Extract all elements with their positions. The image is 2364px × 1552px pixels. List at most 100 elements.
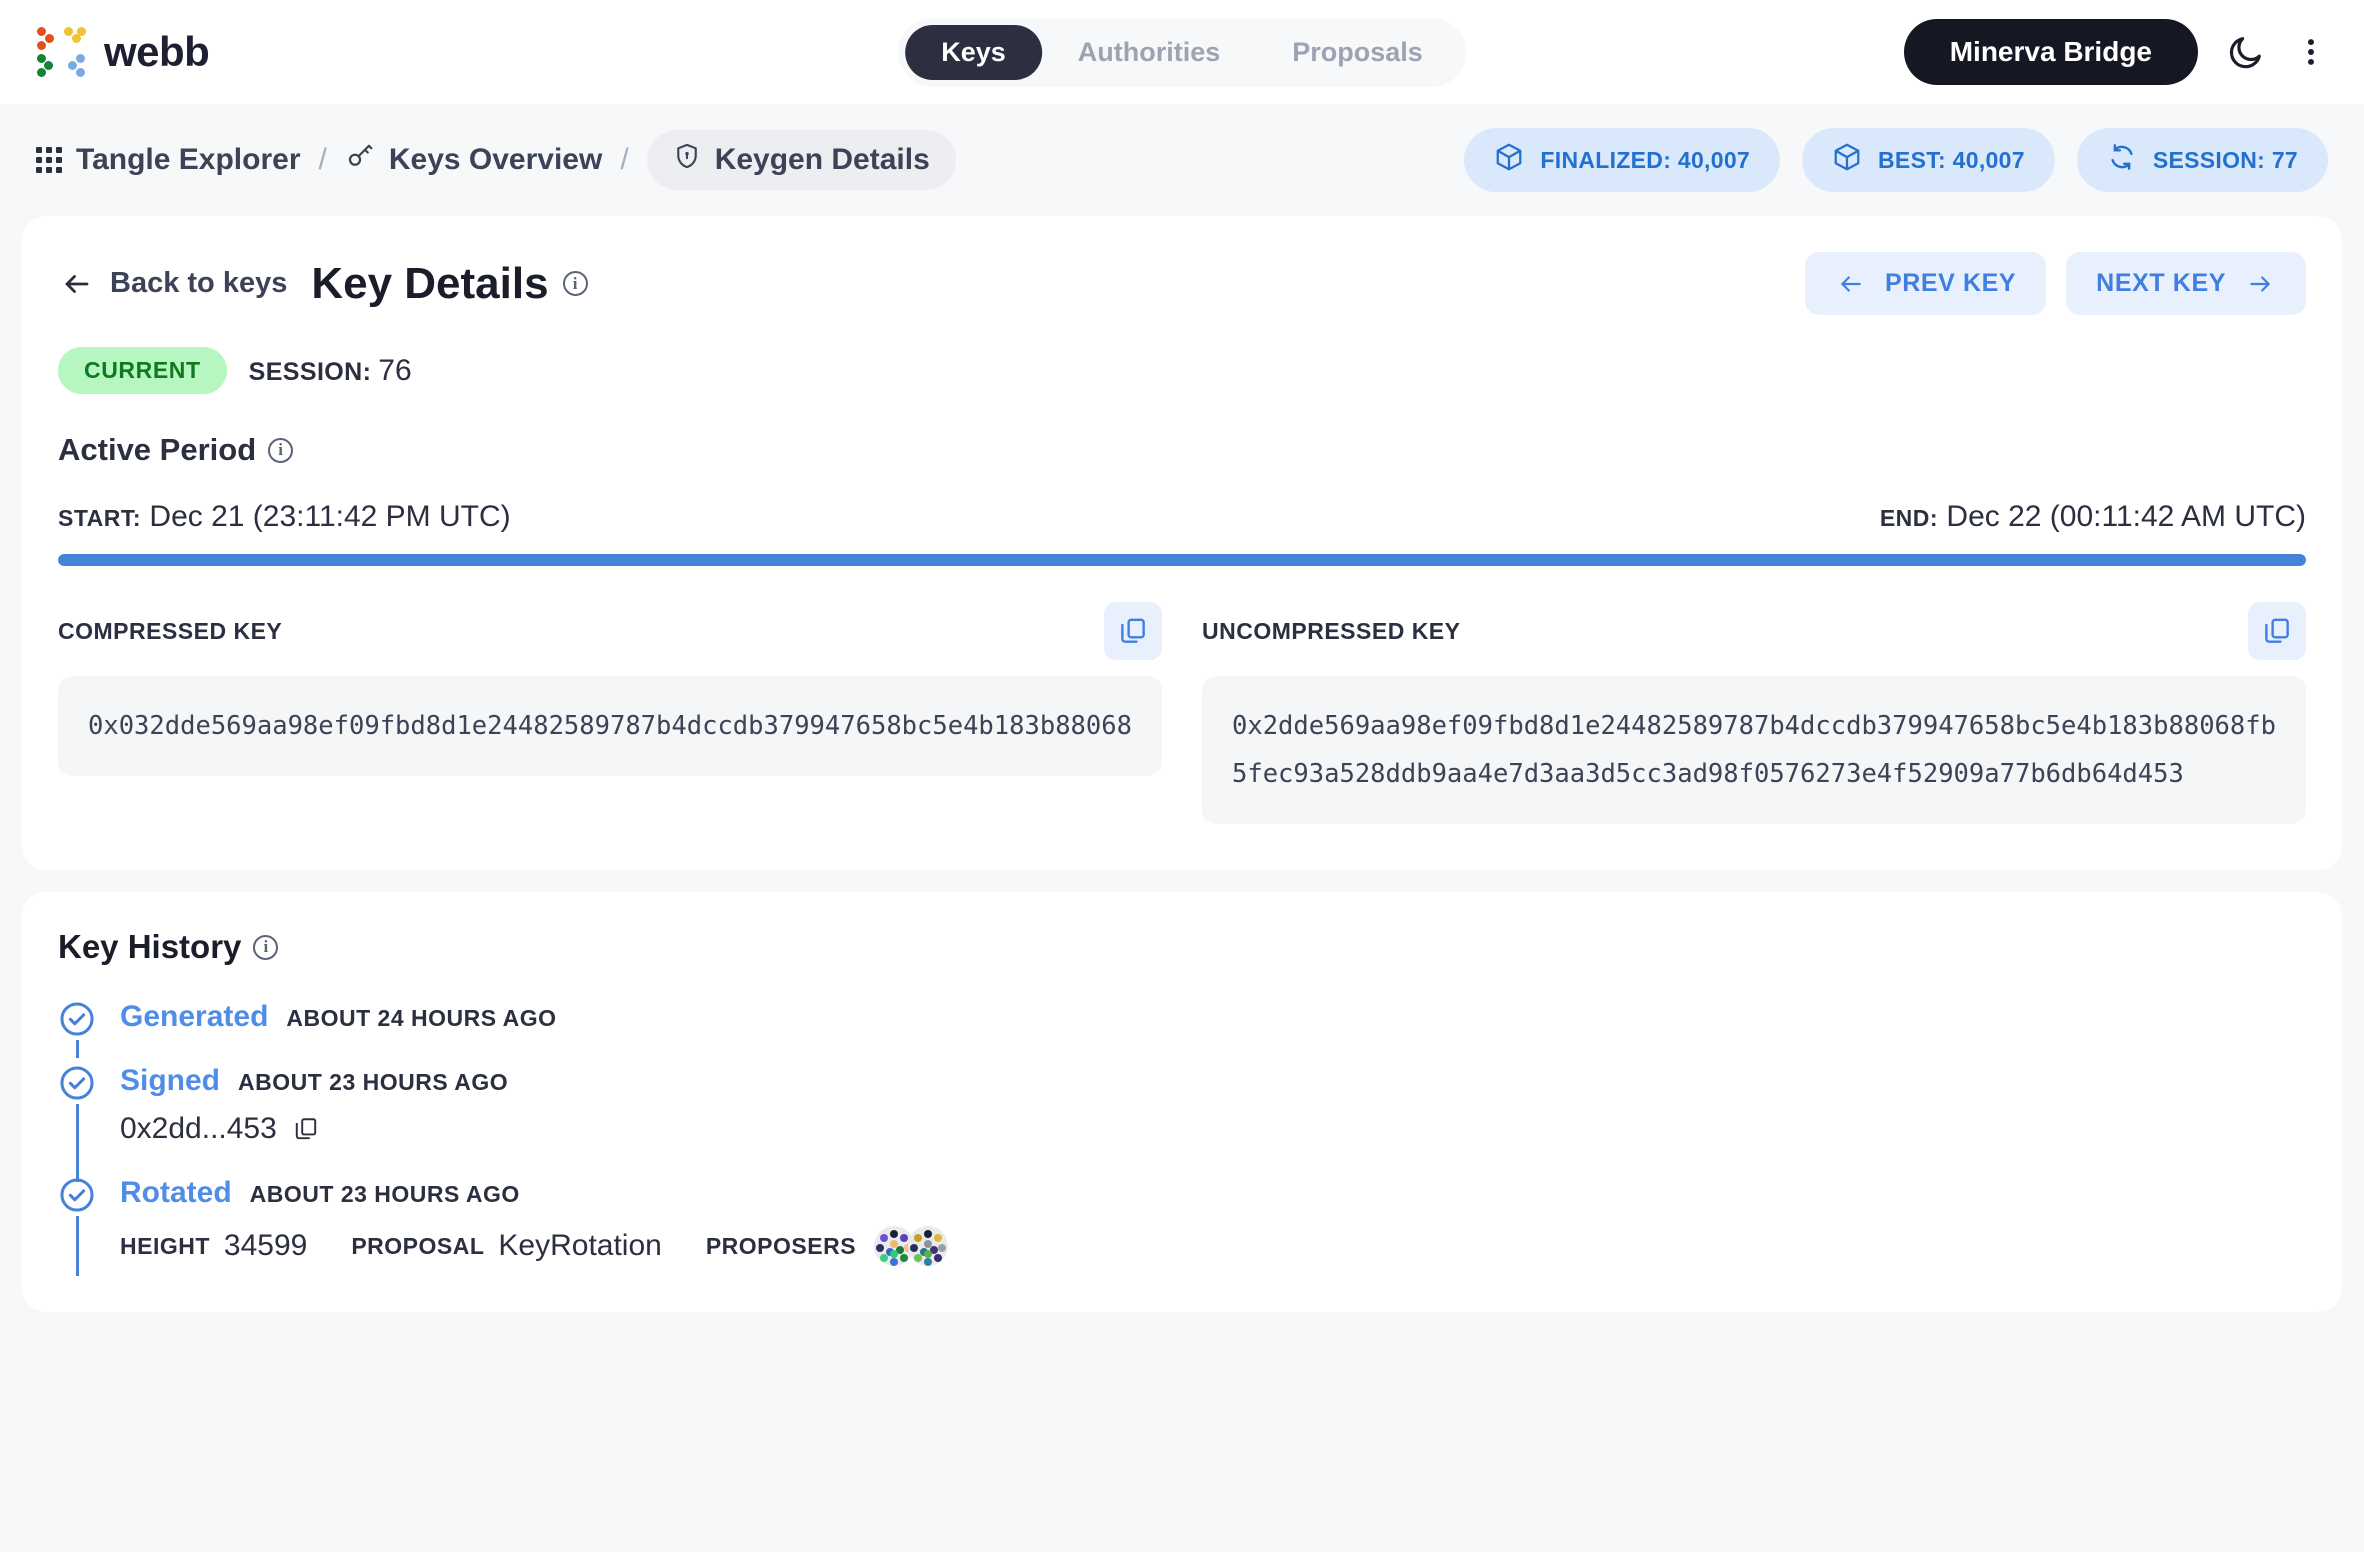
breadcrumb-label: Keygen Details xyxy=(714,143,930,176)
uncompressed-key-label: UNCOMPRESSED KEY xyxy=(1202,617,1461,644)
grid-apps-icon xyxy=(36,147,62,173)
active-period-range: START: Dec 21 (23:11:42 PM UTC) END: Dec… xyxy=(58,500,2306,534)
status-chip-label: FINALIZED: 40,007 xyxy=(1540,146,1751,173)
timeline-time: ABOUT 23 HOURS AGO xyxy=(238,1069,509,1095)
page-title: Key Details i xyxy=(311,259,588,309)
check-circle-icon xyxy=(58,1000,96,1038)
webb-logo-icon xyxy=(36,26,88,78)
active-period-title: Active Period i xyxy=(58,432,2306,468)
tab-keys[interactable]: Keys xyxy=(905,24,1042,80)
breadcrumb-separator: / xyxy=(620,143,629,176)
copy-icon xyxy=(2265,618,2289,643)
session-info: SESSION: 76 xyxy=(249,354,412,388)
proposers-label: PROPOSERS xyxy=(705,1232,857,1259)
brand-name: webb xyxy=(104,28,210,75)
period-end-label: END: xyxy=(1879,505,1939,531)
breadcrumb-separator: / xyxy=(318,143,327,176)
period-start: START: Dec 21 (23:11:42 PM UTC) xyxy=(58,500,511,534)
timeline-head: Signed ABOUT 23 HOURS AGO xyxy=(120,1064,2306,1098)
key-history-card: Key History i Generated ABOUT 24 HOURS A… xyxy=(22,892,2342,1312)
period-start-value: Dec 21 (23:11:42 PM UTC) xyxy=(149,500,511,533)
key-details-card: Back to keys Key Details i PREV KEY NEXT… xyxy=(22,216,2342,870)
height-label: HEIGHT xyxy=(120,1232,210,1259)
breadcrumb-item-keygen-details[interactable]: Keygen Details xyxy=(646,130,956,190)
breadcrumb-item-keys-overview[interactable]: Keys Overview xyxy=(345,141,602,179)
timeline-item-signed: Signed ABOUT 23 HOURS AGO 0x2dd...453 xyxy=(58,1064,2306,1182)
copy-hash-button[interactable] xyxy=(293,1116,319,1142)
session-status-row: CURRENT SESSION: 76 xyxy=(58,347,2306,394)
uncompressed-key-value: 0x2dde569aa98ef09fbd8d1e24482589787b4dcc… xyxy=(1202,676,2306,824)
status-chip-best[interactable]: BEST: 40,007 xyxy=(1802,128,2055,192)
timeline-connector xyxy=(76,1040,79,1058)
status-badge: CURRENT xyxy=(58,347,227,394)
cube-icon xyxy=(1494,141,1524,179)
copy-icon xyxy=(1121,618,1145,643)
cube-icon xyxy=(1832,141,1862,179)
copy-compressed-key-button[interactable] xyxy=(1104,602,1162,660)
copy-uncompressed-key-button[interactable] xyxy=(2248,602,2306,660)
active-period-progress xyxy=(58,554,2306,566)
bridge-selector-button[interactable]: Minerva Bridge xyxy=(1903,19,2198,85)
status-chip-session[interactable]: SESSION: 77 xyxy=(2076,128,2328,192)
key-details-header: Back to keys Key Details i PREV KEY NEXT… xyxy=(58,252,2306,315)
status-chips: FINALIZED: 40,007 BEST: 40,007 SESSION: … xyxy=(1464,128,2328,192)
timeline-hash: 0x2dd...453 xyxy=(120,1112,277,1145)
compressed-key-section: COMPRESSED KEY 0x032dde569aa98ef09fbd8d1… xyxy=(58,602,1162,824)
height-value: 34599 xyxy=(223,1229,308,1262)
compressed-key-value: 0x032dde569aa98ef09fbd8d1e24482589787b4d… xyxy=(58,676,1162,776)
uncompressed-key-header: UNCOMPRESSED KEY xyxy=(1202,602,2306,660)
timeline-time: ABOUT 24 HOURS AGO xyxy=(286,1005,557,1031)
period-start-label: START: xyxy=(58,505,142,531)
status-chip-label: SESSION: 77 xyxy=(2152,146,2298,173)
progress-fill xyxy=(58,554,2306,566)
timeline-connector xyxy=(76,1104,79,1182)
moon-icon[interactable] xyxy=(2226,32,2266,72)
key-history-label: Key History xyxy=(58,928,242,965)
next-key-label: NEXT KEY xyxy=(2096,269,2226,297)
key-history-timeline: Generated ABOUT 24 HOURS AGO Signed ABOU… xyxy=(58,1000,2306,1276)
active-period-label: Active Period xyxy=(58,432,257,467)
info-icon[interactable]: i xyxy=(253,934,279,960)
avatar[interactable] xyxy=(908,1226,949,1266)
tab-proposals[interactable]: Proposals xyxy=(1256,25,1459,80)
nav-right-controls: Minerva Bridge xyxy=(1903,19,2328,85)
timeline-connector xyxy=(76,1216,79,1276)
prev-key-label: PREV KEY xyxy=(1884,269,2017,297)
key-nav-actions: PREV KEY NEXT KEY xyxy=(1804,252,2306,315)
refresh-icon xyxy=(2107,141,2137,179)
back-to-keys-link[interactable]: Back to keys xyxy=(58,267,287,300)
proposal-value: KeyRotation xyxy=(498,1229,662,1262)
check-circle-icon xyxy=(58,1176,96,1214)
session-label: SESSION: xyxy=(248,357,372,386)
arrow-right-icon xyxy=(2250,275,2270,292)
key-history-title: Key History i xyxy=(58,928,2306,966)
info-icon[interactable]: i xyxy=(562,271,588,296)
status-chip-finalized[interactable]: FINALIZED: 40,007 xyxy=(1464,128,1781,192)
timeline-status: Generated xyxy=(120,1000,269,1033)
arrow-left-icon xyxy=(65,274,89,293)
uncompressed-key-section: UNCOMPRESSED KEY 0x2dde569aa98ef09fbd8d1… xyxy=(1202,602,2306,824)
breadcrumb-item-tangle-explorer[interactable]: Tangle Explorer xyxy=(36,143,301,177)
info-icon[interactable]: i xyxy=(268,437,294,463)
status-chip-label: BEST: 40,007 xyxy=(1878,146,2025,173)
breadcrumb-label: Tangle Explorer xyxy=(76,143,301,176)
timeline-head: Rotated ABOUT 23 HOURS AGO xyxy=(120,1176,2306,1210)
vertical-dots-icon[interactable] xyxy=(2294,33,2328,71)
main-tabs: Keys Authorities Proposals xyxy=(898,17,1466,87)
timeline-hash-row: 0x2dd...453 xyxy=(120,1112,2306,1146)
timeline-status: Signed xyxy=(120,1064,221,1097)
next-key-button[interactable]: NEXT KEY xyxy=(2066,252,2306,315)
timeline-head: Generated ABOUT 24 HOURS AGO xyxy=(120,1000,2306,1034)
key-icon xyxy=(345,141,375,179)
period-end: END: Dec 22 (00:11:42 AM UTC) xyxy=(1880,500,2306,534)
keys-grid: COMPRESSED KEY 0x032dde569aa98ef09fbd8d1… xyxy=(58,602,2306,824)
top-navigation-bar: webb Keys Authorities Proposals Minerva … xyxy=(0,0,2364,104)
proposal-label: PROPOSAL xyxy=(351,1232,485,1259)
breadcrumb-row: Tangle Explorer / Keys Overview / Keygen… xyxy=(0,104,2364,216)
shield-lock-icon xyxy=(673,141,701,179)
brand-logo[interactable]: webb xyxy=(36,26,210,78)
arrow-left-icon xyxy=(1841,275,1861,292)
prev-key-button[interactable]: PREV KEY xyxy=(1804,252,2047,315)
period-end-value: Dec 22 (00:11:42 AM UTC) xyxy=(1946,500,2306,533)
tab-authorities[interactable]: Authorities xyxy=(1042,25,1257,80)
